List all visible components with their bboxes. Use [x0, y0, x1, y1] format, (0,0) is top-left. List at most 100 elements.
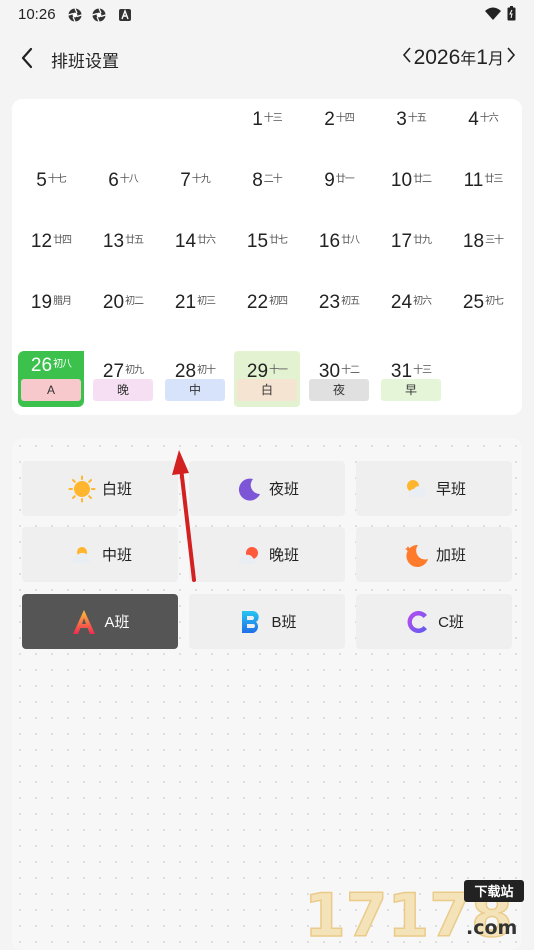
status-right	[485, 6, 516, 21]
calendar-day[interactable]: 26初八 ✓ A	[18, 347, 84, 407]
day-number-text: 22	[246, 292, 269, 313]
lunar-date: 廿六	[197, 235, 216, 246]
day-number-text: 6	[108, 170, 119, 191]
calendar-day[interactable]: 5十七	[18, 160, 84, 216]
day-number-text: 4	[468, 109, 479, 130]
lunar-date: 十三	[413, 365, 432, 376]
shutter-icon	[68, 8, 82, 22]
next-month-button[interactable]	[504, 43, 518, 67]
day-number-text: 23	[318, 292, 341, 313]
shift-panel: 白班 夜班 早班中班 晚班 加班 A班 B班 C班	[12, 438, 522, 950]
calendar-day[interactable]: 4十六	[450, 99, 516, 155]
calendar-day[interactable]: 19腊月	[18, 282, 84, 338]
lunar-date: 十八	[119, 174, 139, 185]
day-number-text: 25	[462, 292, 485, 313]
calendar-day[interactable]: 8二十	[234, 160, 300, 216]
day-number: 5十七	[18, 170, 84, 192]
day-number-text: 26	[30, 355, 53, 376]
prev-month-button[interactable]	[400, 43, 414, 67]
day-number: 25初七	[450, 292, 516, 314]
day-number: 8二十	[234, 170, 300, 192]
calendar-day[interactable]: 27初九晚	[90, 351, 156, 407]
cloud-sunset-icon	[238, 546, 258, 564]
chevron-left-icon	[402, 47, 411, 63]
calendar-day[interactable]: 22初四	[234, 282, 300, 338]
calendar-day[interactable]: 15廿七	[234, 221, 300, 277]
calendar-day[interactable]: 16廿八	[306, 221, 372, 277]
shift-button[interactable]: 夜班	[189, 461, 345, 516]
calendar-day[interactable]: 14廿六	[162, 221, 228, 277]
moon-icon	[238, 478, 260, 501]
day-number-text: 9	[324, 170, 335, 191]
shift-label: 夜班	[268, 481, 299, 498]
lunar-date: 初五	[341, 296, 360, 307]
lunar-date: 初三	[197, 296, 216, 307]
shift-label: C班	[438, 614, 464, 631]
shift-tag: 中	[165, 379, 225, 401]
calendar-day[interactable]: 9廿一	[306, 160, 372, 216]
moon-stars-icon	[404, 544, 428, 567]
shift-label: 加班	[435, 547, 466, 564]
calendar-day[interactable]: 3十五	[378, 99, 444, 155]
shift-button[interactable]: C班	[356, 594, 512, 649]
calendar-day[interactable]: 29十一白	[234, 351, 300, 407]
day-number-text: 1	[252, 109, 263, 130]
lunar-date: 廿二	[413, 174, 432, 185]
shift-label: 白班	[101, 481, 132, 498]
shift-button[interactable]: 晚班	[189, 527, 345, 582]
calendar-day[interactable]: 11廿三	[450, 160, 516, 216]
calendar-grid: 1十三 2十四 3十五 4十六 5十七 6十八 7十九 8二十 9廿一 10廿二 11廿三 12廿四 1…	[12, 99, 522, 415]
battery-icon	[507, 6, 516, 21]
back-button[interactable]	[14, 44, 40, 72]
calendar-day[interactable]: 18三十	[450, 221, 516, 277]
day-number: 10廿二	[378, 170, 444, 192]
calendar-day[interactable]: 31十三早	[378, 351, 444, 407]
calendar-day[interactable]: 6十八	[90, 160, 156, 216]
calendar-day[interactable]: 17廿九	[378, 221, 444, 277]
check-icon: ✓	[73, 347, 84, 362]
shift-tag: A	[21, 379, 81, 401]
day-number-text: 7	[180, 170, 191, 191]
calendar-day[interactable]: 1十三	[234, 99, 300, 155]
shift-label: 晚班	[268, 547, 299, 564]
lunar-date: 廿一	[335, 174, 355, 185]
day-number: 19腊月	[18, 292, 84, 314]
shift-button[interactable]: 加班	[356, 527, 512, 582]
day-number-text: 5	[36, 170, 47, 191]
day-number: 7十九	[162, 170, 228, 192]
calendar-day[interactable]: 13廿五	[90, 221, 156, 277]
day-number: 22初四	[234, 292, 300, 314]
chevron-right-icon	[507, 47, 516, 63]
day-number-text: 14	[174, 231, 197, 252]
shift-label: 中班	[101, 547, 132, 564]
day-number-text: 8	[252, 170, 263, 191]
shift-button[interactable]: 白班	[22, 461, 178, 516]
lunar-date: 三十	[485, 235, 504, 246]
shift-button[interactable]: B班	[189, 594, 345, 649]
lunar-date: 初四	[269, 296, 288, 307]
calendar-day[interactable]: 2十四	[306, 99, 372, 155]
calendar-day[interactable]: 10廿二	[378, 160, 444, 216]
year-value: 2026	[413, 46, 461, 69]
calendar-day[interactable]: 12廿四	[18, 221, 84, 277]
calendar-day[interactable]: 24初六	[378, 282, 444, 338]
app-header: 排班设置 2026 年 1 月	[0, 38, 534, 78]
calendar-day[interactable]: 7十九	[162, 160, 228, 216]
day-number: 21初三	[162, 292, 228, 314]
calendar-day[interactable]: 25初七	[450, 282, 516, 338]
shift-button[interactable]: 早班	[356, 461, 512, 516]
day-number-text: 12	[30, 231, 53, 252]
calendar-day[interactable]: 21初三	[162, 282, 228, 338]
sun-cloud-icon	[406, 479, 427, 497]
shift-button[interactable]: A班	[22, 594, 178, 649]
shift-button[interactable]: 中班	[22, 527, 178, 582]
calendar-day[interactable]: 20初二	[90, 282, 156, 338]
day-number-text: 3	[396, 109, 407, 130]
lunar-date: 廿七	[269, 235, 288, 246]
calendar-day[interactable]: 28初十中	[162, 351, 228, 407]
calendar-day[interactable]: 23初五	[306, 282, 372, 338]
calendar-day[interactable]: 30十二夜	[306, 351, 372, 407]
day-number: 12廿四	[18, 231, 84, 253]
lunar-date: 廿四	[53, 235, 72, 246]
cloud-sun-icon	[72, 546, 90, 563]
